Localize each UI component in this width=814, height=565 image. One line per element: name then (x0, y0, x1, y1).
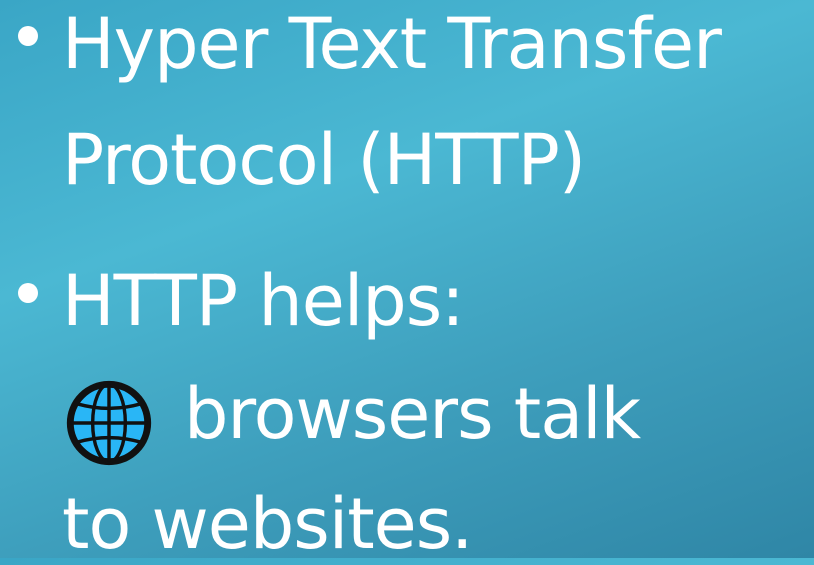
bullet-2-line-2: browsers talk (184, 373, 641, 455)
bullet-dot-1 (18, 26, 38, 46)
bullet-1-line-2: Protocol (HTTP) (62, 119, 586, 201)
bullet-2-line-1: HTTP helps: (62, 260, 465, 342)
globe-icon (66, 380, 152, 466)
bullet-2-line-3: to websites. (62, 483, 473, 565)
bullet-1-line-1: Hyper Text Transfer (62, 3, 722, 85)
bullet-dot-2 (18, 283, 38, 303)
slide: Hyper Text Transfer Protocol (HTTP) HTTP… (0, 0, 814, 564)
